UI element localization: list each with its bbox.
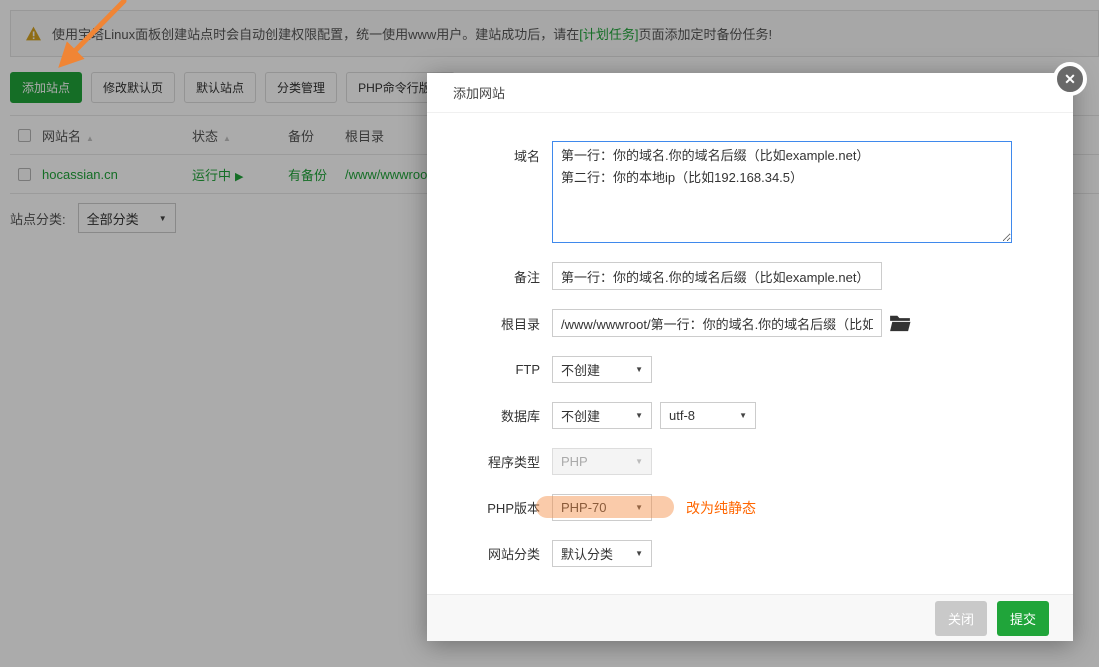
ftp-row: FTP 不创建 ▼: [427, 356, 1073, 383]
submit-button[interactable]: 提交: [997, 601, 1049, 636]
chevron-down-icon: ▼: [635, 365, 643, 374]
remark-input[interactable]: [552, 262, 882, 290]
site-category-row: 网站分类 默认分类 ▼: [427, 540, 1073, 567]
ftp-label: FTP: [455, 362, 540, 377]
modal-title: 添加网站: [427, 73, 1073, 113]
php-version-row: PHP版本 PHP-70 ▼ 改为纯静态: [427, 494, 1073, 521]
chevron-down-icon: ▼: [635, 411, 643, 420]
php-version-select[interactable]: PHP-70 ▼: [552, 494, 652, 521]
chevron-down-icon: ▼: [635, 549, 643, 558]
site-type-label: 程序类型: [455, 452, 540, 471]
database-select[interactable]: 不创建 ▼: [552, 402, 652, 429]
remark-label: 备注: [455, 267, 540, 286]
root-dir-input[interactable]: [552, 309, 882, 337]
site-type-row: 程序类型 PHP ▼: [427, 448, 1073, 475]
database-label: 数据库: [455, 406, 540, 425]
chevron-down-icon: ▼: [635, 503, 643, 512]
charset-select[interactable]: utf-8 ▼: [660, 402, 756, 429]
chevron-down-icon: ▼: [635, 457, 643, 466]
site-type-select: PHP ▼: [552, 448, 652, 475]
add-site-modal: ✕ 添加网站 域名 第一行：你的域名.你的域名后缀（比如example.net）…: [427, 73, 1073, 641]
root-dir-label: 根目录: [455, 314, 540, 333]
domain-label: 域名: [455, 141, 540, 165]
bt-panel-screen: 使用宝塔Linux面板创建站点时会自动创建权限配置，统一使用www用户。建站成功…: [0, 0, 1099, 667]
modal-footer: 关闭 提交: [427, 594, 1073, 641]
add-site-form: 域名 第一行：你的域名.你的域名后缀（比如example.net） 第二行：你的…: [427, 113, 1073, 567]
domain-textarea[interactable]: 第一行：你的域名.你的域名后缀（比如example.net） 第二行：你的本地i…: [552, 141, 1012, 243]
site-category-label: 网站分类: [455, 544, 540, 563]
cancel-button[interactable]: 关闭: [935, 601, 987, 636]
annotation-text: 改为纯静态: [686, 498, 756, 518]
site-category-select[interactable]: 默认分类 ▼: [552, 540, 652, 567]
chevron-down-icon: ▼: [739, 411, 747, 420]
close-icon[interactable]: ✕: [1053, 62, 1087, 96]
ftp-select[interactable]: 不创建 ▼: [552, 356, 652, 383]
database-row: 数据库 不创建 ▼ utf-8 ▼: [427, 402, 1073, 429]
php-version-label: PHP版本: [455, 498, 540, 517]
annotation-arrow: [40, 0, 140, 78]
folder-browse-icon[interactable]: [889, 314, 911, 332]
domain-row: 域名 第一行：你的域名.你的域名后缀（比如example.net） 第二行：你的…: [427, 141, 1073, 243]
remark-row: 备注: [427, 262, 1073, 290]
root-dir-row: 根目录: [427, 309, 1073, 337]
